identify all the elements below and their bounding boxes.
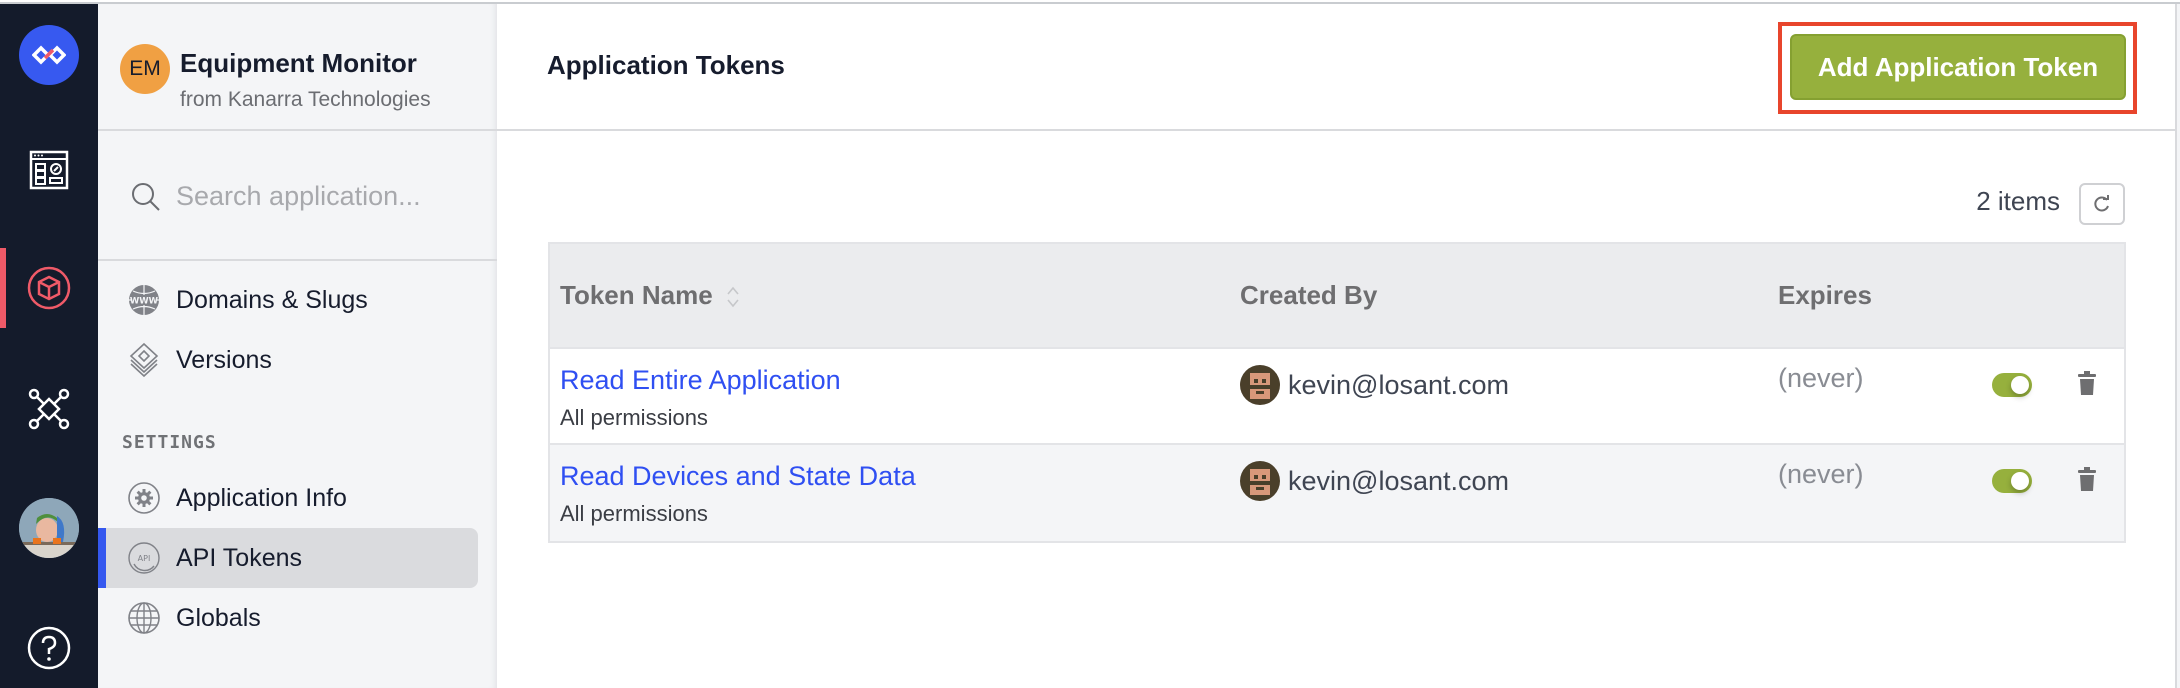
sidebar-item-api-tokens[interactable]: API API Tokens <box>98 528 478 588</box>
page-title: Application Tokens <box>547 50 785 80</box>
creator-email: kevin@losant.com <box>1288 369 1509 400</box>
gear-icon <box>128 482 160 514</box>
items-count: 2 items <box>1976 186 2060 216</box>
token-permissions: All permissions <box>560 501 708 526</box>
app-org: from Kanarra Technologies <box>180 88 431 111</box>
app-search <box>98 133 497 261</box>
sidebar-item-domains-slugs[interactable]: WWW Domains & Slugs <box>98 270 478 330</box>
table-header: Token Name Created By Expires <box>550 244 2124 349</box>
dashboard-icon <box>29 150 69 190</box>
user-avatar <box>19 498 79 558</box>
trash-icon[interactable] <box>2078 467 2096 491</box>
sidebar-item-label: API Tokens <box>176 543 303 572</box>
sidebar-item-globals[interactable]: Globals <box>98 588 478 648</box>
app-badge: EM <box>120 44 170 94</box>
token-enabled-toggle[interactable] <box>1992 469 2032 493</box>
layers-icon <box>128 342 160 378</box>
column-label: Token Name <box>560 280 713 310</box>
rail-applications[interactable] <box>0 248 98 328</box>
svg-text:WWW: WWW <box>130 297 159 307</box>
sidebar-item-label: Versions <box>176 345 272 374</box>
losant-logo-icon <box>19 25 79 85</box>
sidebar-item-application-info[interactable]: Application Info <box>98 468 478 528</box>
sort-icon <box>727 286 739 308</box>
created-by: kevin@losant.com <box>1240 461 1509 501</box>
api-icon: API <box>128 542 160 574</box>
tokens-table: Token Name Created By Expires Read Entir… <box>548 242 2126 543</box>
rail-edge-compute[interactable] <box>0 369 98 449</box>
token-name-link[interactable]: Read Entire Application <box>560 365 841 396</box>
svg-text:API: API <box>138 554 151 563</box>
globe-icon <box>128 602 160 634</box>
rail-help[interactable] <box>0 608 98 688</box>
creator-avatar <box>1240 365 1280 405</box>
left-rail <box>0 0 98 688</box>
rail-dashboards[interactable] <box>0 130 98 210</box>
table-row: Read Entire Application All permissions … <box>550 349 2124 445</box>
cube-icon <box>27 266 71 310</box>
help-icon <box>27 626 71 670</box>
table-row: Read Devices and State Data All permissi… <box>550 445 2124 541</box>
column-header-created-by: Created By <box>1240 280 1378 310</box>
expires-value: (never) <box>1778 363 1864 393</box>
add-application-token-button[interactable]: Add Application Token <box>1790 34 2126 100</box>
search-icon <box>132 183 160 211</box>
sidebar-item-label: Application Info <box>176 483 347 512</box>
token-permissions: All permissions <box>560 405 708 430</box>
sidebar-item-versions[interactable]: Versions <box>98 330 478 390</box>
creator-email: kevin@losant.com <box>1288 465 1509 496</box>
www-globe-icon: WWW <box>128 284 160 316</box>
column-header-token-name[interactable]: Token Name <box>560 280 740 311</box>
created-by: kevin@losant.com <box>1240 365 1509 405</box>
app-sidebar: EM Equipment Monitor from Kanarra Techno… <box>98 4 497 688</box>
rail-user-profile[interactable] <box>0 488 98 568</box>
window-top-border <box>0 0 2180 4</box>
sidebar-item-label: Domains & Slugs <box>176 285 368 314</box>
sidebar-item-label: Globals <box>176 603 261 632</box>
trash-icon[interactable] <box>2078 371 2096 395</box>
rail-logo[interactable] <box>0 15 98 95</box>
refresh-icon <box>2094 195 2109 212</box>
settings-section-label: SETTINGS <box>122 432 217 453</box>
expires-value: (never) <box>1778 459 1864 489</box>
column-header-expires: Expires <box>1778 280 1872 310</box>
token-name-link[interactable]: Read Devices and State Data <box>560 461 916 492</box>
token-enabled-toggle[interactable] <box>1992 373 2032 397</box>
network-icon <box>28 388 70 430</box>
app-header[interactable]: EM Equipment Monitor from Kanarra Techno… <box>98 4 497 131</box>
app-name: Equipment Monitor <box>180 48 417 78</box>
creator-avatar <box>1240 461 1280 501</box>
adjacent-panel-edge <box>2175 4 2180 688</box>
search-input[interactable] <box>176 171 476 221</box>
refresh-button[interactable] <box>2079 183 2125 225</box>
